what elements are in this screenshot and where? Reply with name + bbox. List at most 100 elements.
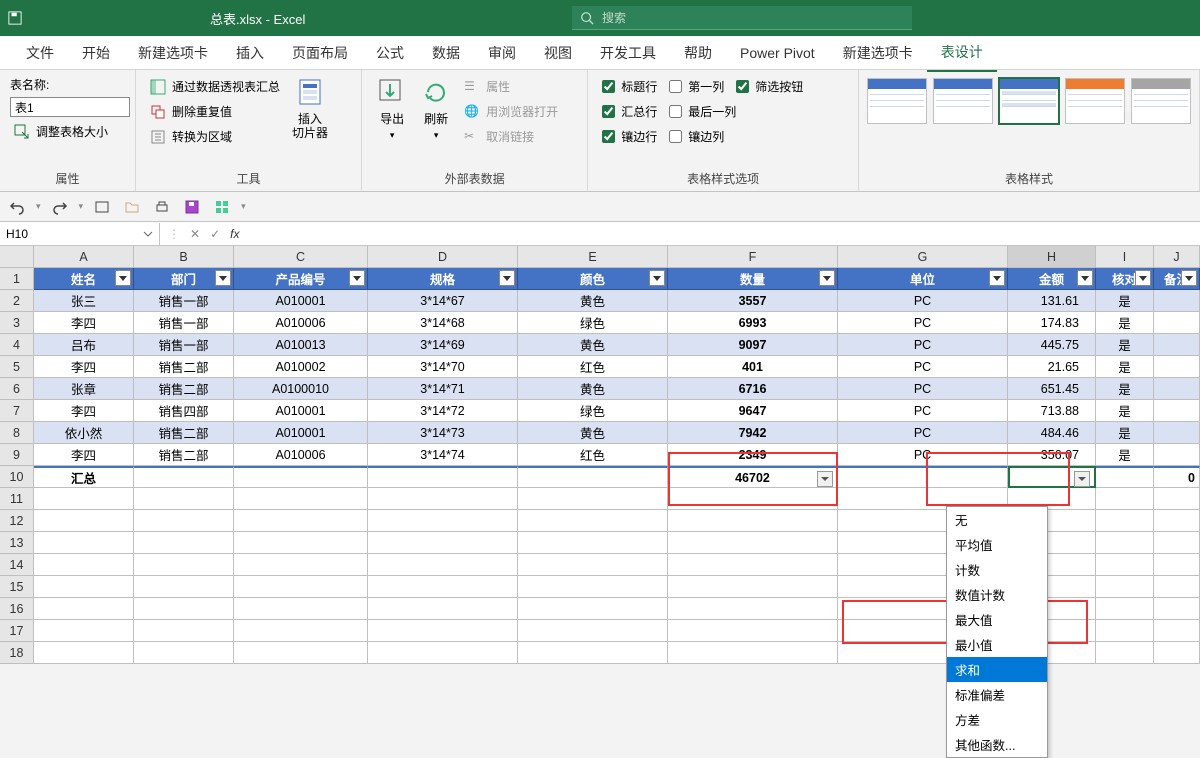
total-cell[interactable]: [1008, 466, 1096, 488]
cell[interactable]: 销售二部: [134, 356, 234, 378]
table-name-input[interactable]: [10, 97, 130, 117]
cell[interactable]: [1154, 554, 1200, 576]
cell[interactable]: 张三: [34, 290, 134, 312]
cell[interactable]: [34, 576, 134, 598]
col-header-J[interactable]: J: [1154, 246, 1200, 268]
cell[interactable]: 3*14*71: [368, 378, 518, 400]
cell[interactable]: 李四: [34, 400, 134, 422]
cell[interactable]: A010001: [234, 400, 368, 422]
cell[interactable]: [1154, 290, 1200, 312]
qat-save-button[interactable]: [181, 196, 203, 218]
cell[interactable]: [518, 642, 668, 664]
cell[interactable]: 651.45: [1008, 378, 1096, 400]
cell[interactable]: PC: [838, 356, 1008, 378]
cell[interactable]: 红色: [518, 444, 668, 466]
row-header[interactable]: 11: [0, 488, 34, 510]
cell[interactable]: [1154, 444, 1200, 466]
filter-button[interactable]: [215, 270, 231, 286]
cell[interactable]: A010013: [234, 334, 368, 356]
dropdown-item[interactable]: 计数: [947, 557, 1047, 582]
cell[interactable]: 绿色: [518, 312, 668, 334]
cell[interactable]: [1096, 488, 1154, 510]
cell[interactable]: [668, 554, 838, 576]
dropdown-item[interactable]: 其他函数...: [947, 732, 1047, 757]
row-header[interactable]: 1: [0, 268, 34, 290]
chk-total-row[interactable]: 汇总行: [596, 99, 663, 124]
style-swatch[interactable]: [999, 78, 1059, 124]
cell[interactable]: [668, 620, 838, 642]
insert-slicer-button[interactable]: 插入 切片器: [286, 74, 334, 142]
cell[interactable]: [368, 554, 518, 576]
cell[interactable]: [668, 488, 838, 510]
tab-10[interactable]: 帮助: [670, 35, 726, 71]
cell[interactable]: [518, 576, 668, 598]
cell[interactable]: 李四: [34, 444, 134, 466]
chk-banded-col[interactable]: 镶边列: [663, 124, 730, 149]
row-header[interactable]: 17: [0, 620, 34, 642]
filter-button[interactable]: [989, 270, 1005, 286]
chk-header-row[interactable]: 标题行: [596, 74, 663, 99]
cell[interactable]: [1154, 532, 1200, 554]
style-gallery[interactable]: [867, 74, 1191, 124]
cell[interactable]: 吕布: [34, 334, 134, 356]
col-header-H[interactable]: H: [1008, 246, 1096, 268]
cell[interactable]: [518, 510, 668, 532]
cell[interactable]: 9647: [668, 400, 838, 422]
cell[interactable]: 黄色: [518, 334, 668, 356]
fx-button[interactable]: fx: [230, 227, 239, 241]
save-icon[interactable]: [8, 11, 22, 25]
table-header[interactable]: 产品编号: [234, 268, 368, 290]
aggregate-dropdown[interactable]: 无平均值计数数值计数最大值最小值求和标准偏差方差其他函数...: [946, 506, 1048, 758]
cell[interactable]: [1154, 312, 1200, 334]
cell[interactable]: [368, 642, 518, 664]
cell[interactable]: [134, 554, 234, 576]
total-cell[interactable]: [838, 466, 1008, 488]
cell[interactable]: [34, 642, 134, 664]
cell[interactable]: 7942: [668, 422, 838, 444]
cell[interactable]: [668, 576, 838, 598]
row-header[interactable]: 10: [0, 466, 34, 488]
cell[interactable]: 依小然: [34, 422, 134, 444]
cell[interactable]: [234, 620, 368, 642]
cell[interactable]: [134, 576, 234, 598]
cell[interactable]: PC: [838, 422, 1008, 444]
tab-6[interactable]: 数据: [418, 35, 474, 71]
filter-button[interactable]: [1077, 270, 1093, 286]
cell[interactable]: [518, 532, 668, 554]
cell[interactable]: 174.83: [1008, 312, 1096, 334]
cell[interactable]: PC: [838, 334, 1008, 356]
fx-accept-button[interactable]: ✓: [210, 227, 220, 241]
cell[interactable]: 绿色: [518, 400, 668, 422]
dropdown-item[interactable]: 求和: [947, 657, 1047, 682]
total-cell[interactable]: [1096, 466, 1154, 488]
cell[interactable]: [1154, 620, 1200, 642]
tab-7[interactable]: 审阅: [474, 35, 530, 71]
col-header-F[interactable]: F: [668, 246, 838, 268]
tab-8[interactable]: 视图: [530, 35, 586, 71]
row-header[interactable]: 3: [0, 312, 34, 334]
cell[interactable]: 销售四部: [134, 400, 234, 422]
cell[interactable]: 李四: [34, 356, 134, 378]
cell[interactable]: 销售一部: [134, 312, 234, 334]
row-header[interactable]: 9: [0, 444, 34, 466]
total-cell[interactable]: [518, 466, 668, 488]
cell[interactable]: 3*14*68: [368, 312, 518, 334]
cell[interactable]: 是: [1096, 444, 1154, 466]
filter-button[interactable]: [819, 270, 835, 286]
tab-0[interactable]: 文件: [12, 35, 68, 71]
search-box[interactable]: 搜索: [572, 6, 912, 30]
cell[interactable]: [518, 598, 668, 620]
style-swatch[interactable]: [933, 78, 993, 124]
cell[interactable]: [34, 510, 134, 532]
cell[interactable]: 131.61: [1008, 290, 1096, 312]
table-header[interactable]: 部门: [134, 268, 234, 290]
cell[interactable]: [1154, 642, 1200, 664]
cell[interactable]: 356.07: [1008, 444, 1096, 466]
summarize-pivot-button[interactable]: 通过数据透视表汇总: [146, 76, 284, 97]
export-button[interactable]: 导出▾: [370, 74, 414, 143]
cell[interactable]: 713.88: [1008, 400, 1096, 422]
row-header[interactable]: 16: [0, 598, 34, 620]
cell[interactable]: [1096, 598, 1154, 620]
col-header-A[interactable]: A: [34, 246, 134, 268]
tab-11[interactable]: Power Pivot: [726, 37, 829, 69]
